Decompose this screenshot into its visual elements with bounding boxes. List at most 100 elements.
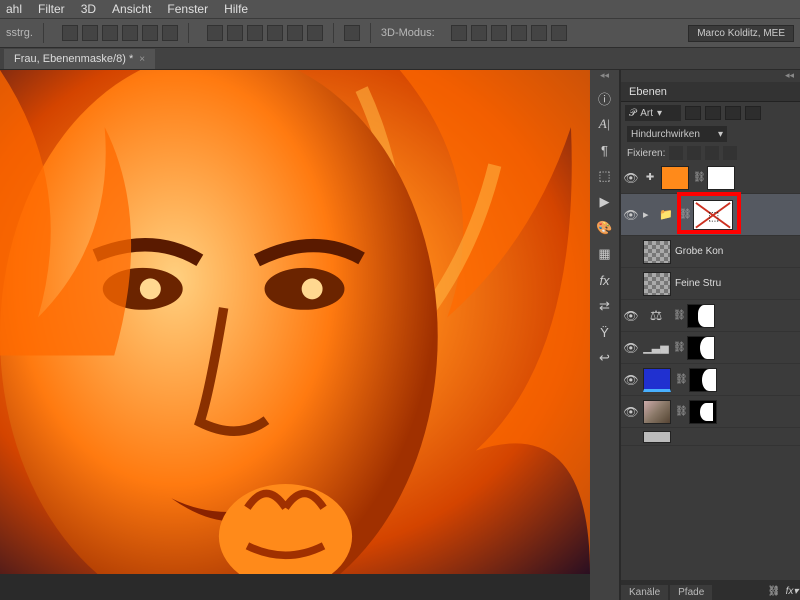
- disclosure-icon[interactable]: ▸: [643, 208, 653, 221]
- filter-shape-icon[interactable]: [745, 106, 761, 120]
- document-canvas[interactable]: [0, 70, 590, 600]
- history-icon[interactable]: ↩: [594, 348, 616, 368]
- mode-icon[interactable]: [471, 25, 487, 41]
- layer-row[interactable]: 👁 ⛓: [621, 396, 800, 428]
- layer-name[interactable]: Feine Stru: [675, 278, 721, 289]
- link-icon[interactable]: ⛓: [675, 374, 685, 385]
- info-icon[interactable]: ⓘ: [594, 88, 616, 108]
- layer-thumbnail[interactable]: [661, 166, 689, 190]
- menu-item[interactable]: 3D: [81, 2, 96, 16]
- layer-thumbnail[interactable]: [643, 272, 671, 296]
- visibility-icon[interactable]: 👁: [623, 373, 639, 387]
- layer-row[interactable]: [621, 428, 800, 446]
- chevron-down-icon: ▾: [718, 129, 723, 140]
- character-icon[interactable]: A|: [594, 114, 616, 134]
- align-icon[interactable]: [162, 25, 178, 41]
- layers-list: 👁 🞦 ⛓ 👁 ▸ 📁 ⛓: [621, 162, 800, 580]
- visibility-icon[interactable]: 👁: [623, 171, 639, 185]
- distribute-icon[interactable]: [207, 25, 223, 41]
- layer-thumbnail[interactable]: [643, 240, 671, 264]
- layer-row[interactable]: 👁 🞦 ⛓: [621, 162, 800, 194]
- layer-name[interactable]: Grobe Kon: [675, 246, 723, 257]
- mode-icon[interactable]: [511, 25, 527, 41]
- align-icon[interactable]: [102, 25, 118, 41]
- align-icon[interactable]: [62, 25, 78, 41]
- layer-mask-thumb[interactable]: [687, 304, 715, 328]
- layer-row[interactable]: Grobe Kon: [621, 236, 800, 268]
- layer-thumbnail[interactable]: [643, 400, 671, 424]
- distribute-icon[interactable]: [267, 25, 283, 41]
- align-icons-group: [62, 25, 178, 41]
- brushes-icon[interactable]: Ÿ: [594, 322, 616, 342]
- link-icon[interactable]: ⛓: [673, 310, 683, 321]
- layer-group-row[interactable]: 👁 ▸ 📁 ⛓ ⬚: [621, 194, 800, 236]
- link-icon[interactable]: ⛓: [675, 406, 685, 417]
- filter-pixel-icon[interactable]: [685, 106, 701, 120]
- layer-effects-icon[interactable]: fx▾: [784, 586, 800, 600]
- close-icon[interactable]: ×: [139, 54, 145, 65]
- layers-panel-tab[interactable]: Ebenen: [621, 82, 800, 102]
- channels-tab[interactable]: Kanäle: [621, 585, 668, 600]
- layer-thumbnail[interactable]: [643, 431, 671, 443]
- layer-thumbnail[interactable]: [643, 368, 671, 392]
- filter-adjust-icon[interactable]: [705, 106, 721, 120]
- layer-row[interactable]: 👁 ▁▃▅ ⛓: [621, 332, 800, 364]
- mode-label: 3D-Modus:: [381, 27, 435, 39]
- link-layers-icon[interactable]: ⛓: [766, 586, 782, 600]
- styles-icon[interactable]: fx: [594, 270, 616, 290]
- mode-icon[interactable]: [491, 25, 507, 41]
- menu-item[interactable]: Hilfe: [224, 2, 248, 16]
- lock-pixels-icon[interactable]: [687, 146, 701, 160]
- link-icon[interactable]: ⛓: [673, 342, 683, 353]
- layer-filter-dropdown[interactable]: 𝒫 Art ▾: [625, 105, 681, 121]
- menu-item[interactable]: ahl: [6, 2, 22, 16]
- actions-icon[interactable]: ▶: [594, 192, 616, 212]
- visibility-icon[interactable]: 👁: [623, 341, 639, 355]
- blend-mode-dropdown[interactable]: Hindurchwirken ▾: [627, 126, 727, 142]
- mode-icon[interactable]: [531, 25, 547, 41]
- layer-mask-thumb[interactable]: [687, 336, 715, 360]
- distribute-icon[interactable]: [227, 25, 243, 41]
- swatches-icon[interactable]: 🎨: [594, 218, 616, 238]
- distribute-icon[interactable]: [247, 25, 263, 41]
- menu-item[interactable]: Fenster: [167, 2, 208, 16]
- separator: [370, 23, 371, 43]
- lock-transparent-icon[interactable]: [669, 146, 683, 160]
- search-icon: 𝒫: [629, 108, 636, 119]
- layer-mask-thumb[interactable]: [689, 368, 717, 392]
- visibility-icon[interactable]: 👁: [623, 405, 639, 419]
- workspace-button[interactable]: Marco Kolditz, MEE: [688, 25, 794, 42]
- menu-item[interactable]: Ansicht: [112, 2, 151, 16]
- options-left-label: sstrg.: [6, 27, 33, 39]
- align-icon[interactable]: [142, 25, 158, 41]
- layer-row[interactable]: Feine Stru: [621, 268, 800, 300]
- link-icon[interactable]: ⛓: [693, 172, 703, 183]
- paragraph-icon[interactable]: ¶: [594, 140, 616, 160]
- menu-item[interactable]: Filter: [38, 2, 65, 16]
- document-tab[interactable]: Frau, Ebenenmaske/8) * ×: [4, 49, 155, 69]
- align-icon[interactable]: [122, 25, 138, 41]
- option-icon[interactable]: [344, 25, 360, 41]
- collapse-handle[interactable]: ◂◂: [590, 70, 619, 82]
- align-icon[interactable]: [82, 25, 98, 41]
- lock-all-icon[interactable]: [723, 146, 737, 160]
- layer-row[interactable]: 👁 ⚖ ⛓: [621, 300, 800, 332]
- options-bar: sstrg. 3D-Modus: Marco Kolditz, MEE: [0, 18, 800, 48]
- colorpanel-icon[interactable]: ▦: [594, 244, 616, 264]
- visibility-icon[interactable]: 👁: [623, 208, 639, 222]
- lock-label: Fixieren:: [627, 148, 665, 159]
- panel-collapse-handle[interactable]: ◂◂: [621, 70, 800, 82]
- layer-mask-thumb[interactable]: [689, 400, 717, 424]
- filter-type-icon[interactable]: [725, 106, 741, 120]
- distribute-icon[interactable]: [287, 25, 303, 41]
- mode-icon[interactable]: [551, 25, 567, 41]
- distribute-icon[interactable]: [307, 25, 323, 41]
- adjustments-icon[interactable]: ⇄: [594, 296, 616, 316]
- paths-tab[interactable]: Pfade: [670, 585, 712, 600]
- navigator-icon[interactable]: ⬚: [594, 166, 616, 186]
- lock-position-icon[interactable]: [705, 146, 719, 160]
- mode-icon[interactable]: [451, 25, 467, 41]
- visibility-icon[interactable]: 👁: [623, 309, 639, 323]
- layer-row[interactable]: 👁 ⛓: [621, 364, 800, 396]
- layer-mask-thumb[interactable]: [707, 166, 735, 190]
